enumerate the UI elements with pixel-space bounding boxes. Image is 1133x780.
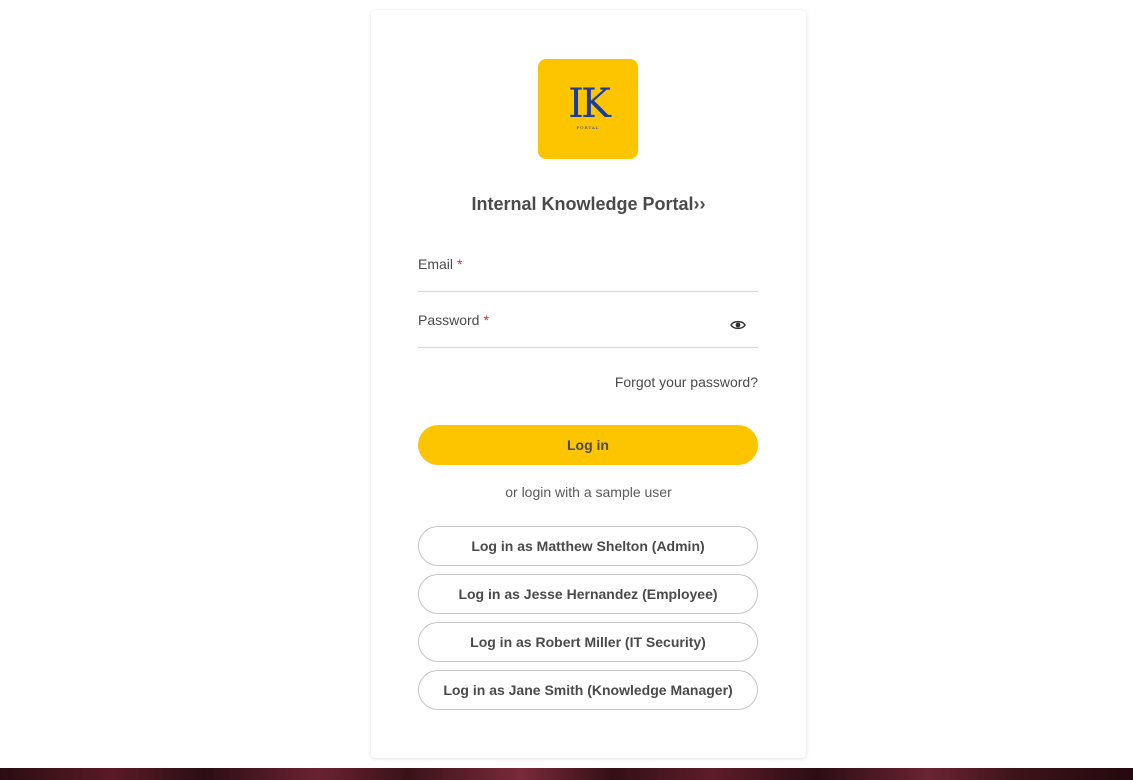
password-field: Password *: [418, 306, 758, 348]
email-input[interactable]: [418, 250, 718, 292]
eye-icon[interactable]: [730, 318, 746, 330]
logo-mark: IK: [568, 81, 611, 127]
sample-user-intro: or login with a sample user: [505, 484, 672, 500]
logo-subtext: PORTAL: [576, 125, 600, 130]
login-as-employee-button[interactable]: Log in as Jesse Hernandez (Employee): [418, 574, 758, 614]
forgot-password-link[interactable]: Forgot your password?: [615, 374, 758, 390]
login-as-it-security-button[interactable]: Log in as Robert Miller (IT Security): [418, 622, 758, 662]
password-input[interactable]: [418, 306, 718, 348]
page-title: Internal Knowledge Portal››: [471, 194, 706, 214]
portal-logo: IK PORTAL: [538, 59, 638, 159]
email-field: Email *: [418, 250, 758, 292]
sample-user-list: Log in as Matthew Shelton (Admin) Log in…: [418, 526, 758, 718]
login-button[interactable]: Log in: [418, 425, 758, 465]
background-image: [0, 768, 1133, 780]
login-as-admin-button[interactable]: Log in as Matthew Shelton (Admin): [418, 526, 758, 566]
login-as-knowledge-manager-button[interactable]: Log in as Jane Smith (Knowledge Manager): [418, 670, 758, 710]
login-card: IK PORTAL Internal Knowledge Portal›› Em…: [371, 10, 806, 758]
